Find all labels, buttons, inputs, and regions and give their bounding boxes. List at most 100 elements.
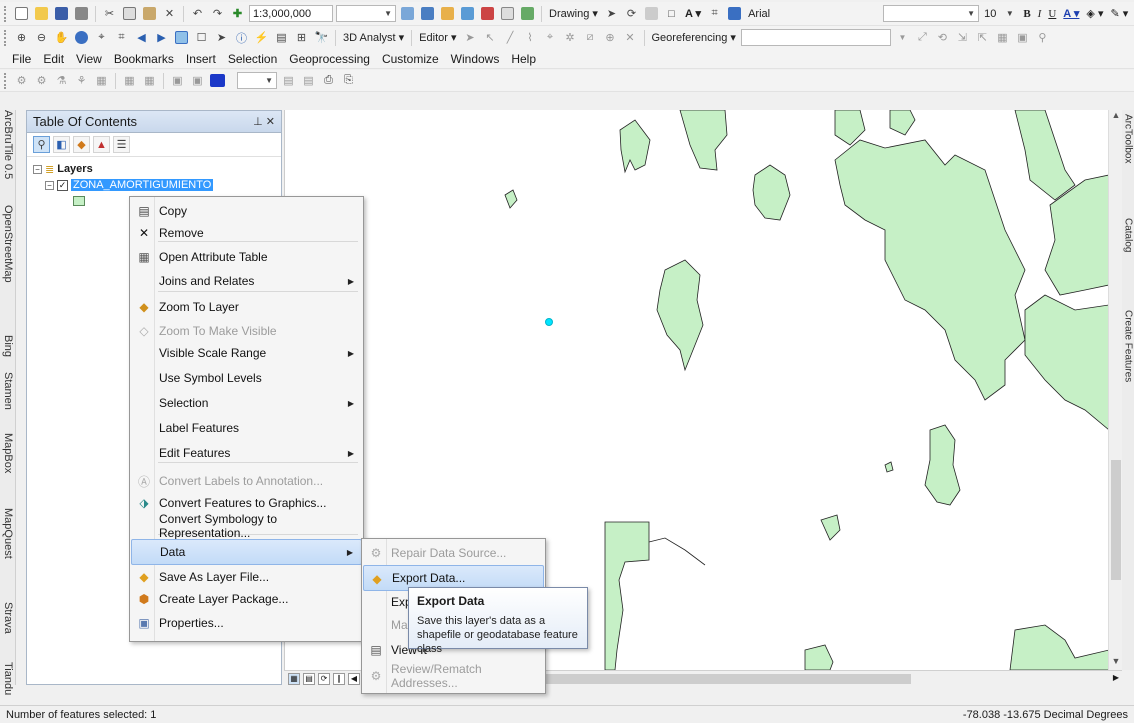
trace-tool-icon[interactable]: ⚘ [73, 72, 90, 89]
georef-dropdown-icon[interactable]: ▼ [894, 29, 911, 46]
paste-icon[interactable] [141, 5, 158, 22]
fill-color-button[interactable]: ◈ ▾ [1084, 7, 1105, 20]
line-color-button[interactable]: ✎ ▾ [1108, 7, 1130, 20]
straight-segment-icon[interactable]: ╱ [502, 29, 519, 46]
fixed-zoom-in-icon[interactable]: ⌖ [93, 29, 110, 46]
map-vertical-scrollbar[interactable]: ▲ ▼ [1108, 110, 1122, 670]
toolbar-grip[interactable] [4, 5, 8, 22]
vertical-scroll-thumb[interactable] [1111, 460, 1121, 580]
edit-tool-icon[interactable]: ➤ [462, 29, 479, 46]
back-extent-icon[interactable]: ◀ [133, 29, 150, 46]
zoom-out-icon[interactable]: ⊖ [33, 29, 50, 46]
menu-item-use-symbol-levels[interactable]: Use Symbol Levels [131, 365, 362, 391]
scroll-up-icon[interactable]: ▲ [1109, 110, 1123, 124]
left-tab-5[interactable]: MapQuest [0, 508, 16, 559]
toc-window-controls[interactable]: ⊥ ✕ [253, 115, 275, 128]
collapse-icon[interactable]: − [33, 164, 42, 174]
left-tab-0[interactable]: ArcBruTile 0.5 [0, 110, 16, 179]
menu-item-visible-scale-range[interactable]: Visible Scale Range ▶ [131, 340, 362, 366]
layer-visibility-checkbox[interactable]: ✓ [57, 179, 68, 191]
scale-dropdown[interactable]: ▼ [336, 5, 396, 22]
edit-vertices-icon[interactable]: ⌗ [706, 5, 723, 22]
edit-vertices-icon[interactable]: ⌖ [542, 29, 559, 46]
menu-geoprocessing[interactable]: Geoprocessing [283, 52, 376, 66]
page-icon[interactable]: ▤ [280, 72, 297, 89]
list-by-selection-icon[interactable]: ▲ [93, 136, 110, 153]
tree-row-layer[interactable]: − ✓ ZONA_AMORTIGUMIENTO [33, 177, 281, 193]
cut-icon[interactable]: ✂ [101, 5, 118, 22]
layer-combo[interactable]: ▼ [237, 72, 277, 89]
list-by-drawing-order-icon[interactable]: ⚲ [33, 136, 50, 153]
pan-icon[interactable]: ✋ [53, 29, 70, 46]
menu-item-selection[interactable]: Selection ▶ [131, 390, 362, 416]
rotate-icon[interactable]: ⊕ [602, 29, 619, 46]
view-link-table-icon[interactable]: ▦ [994, 29, 1011, 46]
scroll-right-icon[interactable]: ▶ [1110, 673, 1122, 685]
identify-icon[interactable]: ⓘ [233, 29, 250, 46]
add-data-icon[interactable]: ✚ [229, 5, 246, 22]
menu-item-remove[interactable]: ✕ Remove [131, 220, 362, 246]
select-elements-icon[interactable]: ➤ [213, 29, 230, 46]
rotate-raster-icon[interactable]: ⟲ [934, 29, 951, 46]
layer-name[interactable]: ZONA_AMORTIGUMIENTO [71, 179, 214, 191]
new-document-icon[interactable] [13, 5, 30, 22]
edit-annotation-icon[interactable]: ↖ [482, 29, 499, 46]
layout-view-icon[interactable]: ▤ [303, 672, 315, 685]
catalog-icon[interactable] [439, 5, 456, 22]
measure-icon[interactable]: ⊞ [293, 29, 310, 46]
save-icon[interactable] [53, 5, 70, 22]
menu-selection[interactable]: Selection [222, 52, 283, 66]
menu-bookmarks[interactable]: Bookmarks [108, 52, 180, 66]
left-tab-2[interactable]: Bing [0, 335, 16, 357]
menu-item-properties[interactable]: ▣ Properties... [131, 610, 362, 636]
layout-icon[interactable]: ⎙ [320, 72, 337, 89]
italic-button[interactable]: I [1036, 8, 1044, 20]
font-name[interactable]: Arial [746, 8, 772, 20]
3d-analyst-menu[interactable]: 3D Analyst ▾ [341, 31, 406, 44]
hyperlink-icon[interactable]: ⚡ [253, 29, 270, 46]
menu-insert[interactable]: Insert [180, 52, 222, 66]
toolbar-grip[interactable] [4, 29, 8, 46]
raster-tool-icon[interactable]: ▣ [169, 72, 186, 89]
options-icon[interactable]: ☰ [113, 136, 130, 153]
left-tab-7[interactable]: Tiandu [0, 662, 16, 695]
add-control-points-icon[interactable]: ⤢ [914, 29, 931, 46]
grid-tool-icon[interactable]: ▦ [141, 72, 158, 89]
left-tab-6[interactable]: Strava [0, 602, 16, 634]
table-of-contents-icon[interactable] [419, 5, 436, 22]
layout-icon[interactable]: ⎘ [340, 72, 357, 89]
trace-icon[interactable]: ⌇ [522, 29, 539, 46]
bold-button[interactable]: B [1021, 8, 1032, 20]
left-tab-3[interactable]: Stamen [0, 372, 16, 410]
collapse-icon[interactable]: − [45, 180, 54, 190]
font-size-dropdown-icon[interactable]: ▼ [1001, 5, 1018, 22]
map-scale-combo[interactable]: 1:3,000,000 [249, 5, 333, 22]
font-color-button[interactable]: A ▾ [1061, 7, 1081, 20]
horizontal-scroll-thumb[interactable] [521, 673, 911, 684]
left-tab-4[interactable]: MapBox [0, 433, 16, 473]
python-icon[interactable] [499, 5, 516, 22]
raster-tool-icon[interactable]: ▣ [189, 72, 206, 89]
font-size-combo[interactable]: ▼ [883, 5, 980, 22]
menu-help[interactable]: Help [505, 52, 542, 66]
menu-item-open-attribute-table[interactable]: ▦ Open Attribute Table [131, 244, 362, 270]
menu-item-zoom-to-layer[interactable]: ◆ Zoom To Layer [131, 294, 362, 320]
layers-root-label[interactable]: Layers [57, 163, 92, 175]
arctoolbox-icon[interactable] [479, 5, 496, 22]
right-tab-catalog[interactable]: Catalog [1122, 218, 1134, 252]
print-icon[interactable] [73, 5, 90, 22]
menu-item-label-features[interactable]: Label Features [131, 415, 362, 441]
menu-item-joins-and-relates[interactable]: Joins and Relates ▶ [131, 268, 362, 294]
fixed-zoom-out-icon[interactable]: ⌗ [113, 29, 130, 46]
refresh-icon[interactable]: ⟳ [318, 672, 330, 685]
table-tool-icon[interactable]: ▦ [93, 72, 110, 89]
zoom-in-icon[interactable]: ⊕ [13, 29, 30, 46]
menu-view[interactable]: View [70, 52, 108, 66]
menu-item-convert-symbology-to-representation[interactable]: Convert Symbology to Representation... [131, 512, 362, 540]
html-popup-icon[interactable]: ▤ [273, 29, 290, 46]
flow-tool-icon[interactable]: ⚗ [53, 72, 70, 89]
list-by-visibility-icon[interactable]: ◆ [73, 136, 90, 153]
toolbar-grip[interactable] [4, 72, 8, 89]
network-tool-icon[interactable]: ⚙ [33, 72, 50, 89]
magnifier-icon[interactable]: ⚲ [1034, 29, 1051, 46]
